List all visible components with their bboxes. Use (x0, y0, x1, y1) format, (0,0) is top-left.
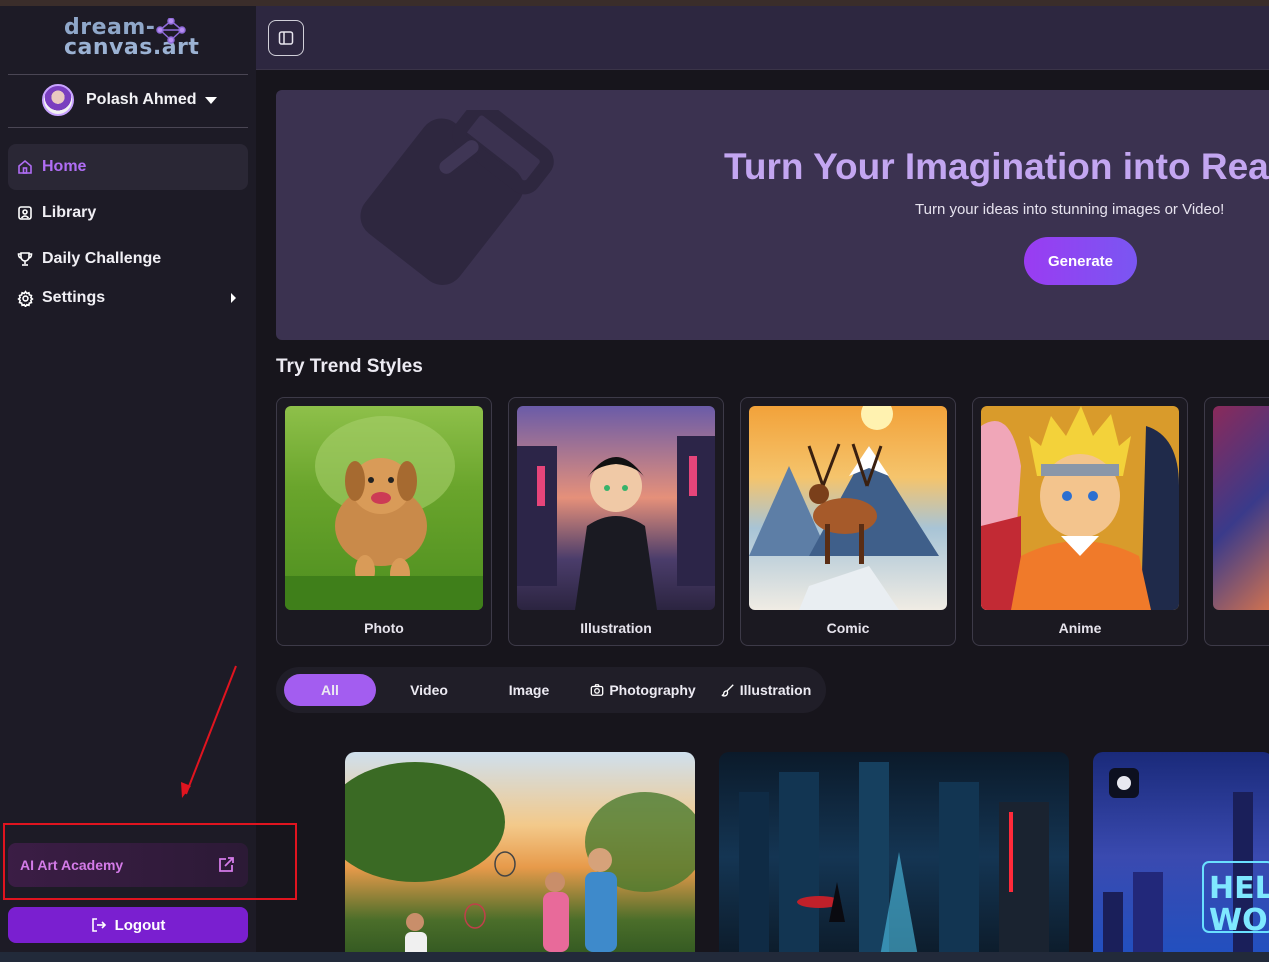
svg-text:WO: WO (1209, 903, 1268, 938)
neon-city-image: HEL WO (1103, 768, 1269, 952)
svg-text:HEL: HEL (1209, 871, 1269, 906)
sidebar-item-label: Home (42, 158, 87, 175)
sidebar-item-library[interactable]: Library (8, 190, 248, 236)
divider (8, 127, 248, 128)
family-badminton-image (345, 762, 695, 952)
filter-label: All (321, 682, 339, 698)
divider (8, 74, 248, 75)
annotation-arrow-icon (181, 665, 237, 798)
sidebar-item-settings[interactable]: Settings (8, 275, 248, 321)
filter-video[interactable]: Video (384, 674, 474, 706)
trend-card-anime[interactable]: Anime (972, 397, 1188, 646)
user-menu[interactable]: Polash Ahmed (42, 84, 217, 116)
illustration-style-image (517, 406, 715, 610)
filter-illustration[interactable]: Illustration (716, 674, 816, 706)
trend-card-label: Photo (364, 620, 404, 636)
highlight-box (3, 823, 297, 900)
main-content: Turn Your Imagination into Reali Turn yo… (256, 70, 1269, 952)
hero-title: Turn Your Imagination into Reali (724, 146, 1269, 187)
chevron-right-icon (231, 293, 236, 303)
filter-photography[interactable]: Photography (588, 674, 698, 706)
sidebar-item-label: Settings (42, 289, 106, 306)
sidebar-item-label: Library (42, 204, 97, 221)
trend-styles-heading: Try Trend Styles (276, 356, 423, 377)
avatar (42, 84, 74, 116)
brand-logo[interactable]: dream- canvas.art (64, 17, 199, 68)
trophy-icon (16, 250, 34, 268)
trend-card-partial[interactable] (1204, 397, 1269, 646)
library-icon (16, 204, 34, 222)
gallery-item[interactable] (345, 752, 695, 952)
bottom-strip (0, 952, 1269, 962)
sidebar-item-label: Daily Challenge (42, 250, 162, 267)
sidebar: dream- canvas.art Polash Ahmed Home Libr… (0, 6, 256, 952)
chevron-down-icon (204, 96, 217, 104)
filter-label: Illustration (739, 682, 812, 698)
sidebar-item-home[interactable]: Home (8, 144, 248, 190)
trend-card-label: Anime (1058, 620, 1102, 636)
anime-style-image (981, 406, 1179, 610)
brush-icon (721, 684, 734, 697)
network-logo-icon (156, 18, 186, 44)
filter-label: Photography (609, 682, 696, 698)
comic-style-image (749, 406, 947, 610)
trend-card-comic[interactable]: Comic (740, 397, 956, 646)
hero-banner: Turn Your Imagination into Reali Turn yo… (276, 90, 1269, 340)
generate-button[interactable]: Generate (1024, 237, 1137, 285)
trend-card-label: Illustration (580, 620, 652, 636)
camera-icon (590, 684, 604, 696)
abstract-style-image (1213, 406, 1269, 610)
logout-icon (91, 918, 106, 932)
filter-image[interactable]: Image (484, 674, 574, 706)
cyberpunk-city-image (739, 762, 1049, 952)
top-bar (256, 6, 1269, 70)
paint-bucket-icon (360, 110, 554, 285)
filter-label: Video (410, 682, 448, 698)
filter-label: Image (508, 682, 550, 698)
user-name: Polash Ahmed (86, 91, 197, 108)
home-icon (16, 158, 34, 176)
gallery-item[interactable]: HEL WO (1093, 752, 1269, 952)
trend-card-illustration[interactable]: Illustration (508, 397, 724, 646)
gallery-item[interactable] (719, 752, 1069, 952)
photo-style-image (285, 406, 483, 610)
trend-card-label: Comic (826, 620, 870, 636)
category-filter-bar: All Video Image Photography Illustration (276, 667, 826, 713)
filter-all[interactable]: All (284, 674, 376, 706)
sidebar-toggle-icon (278, 31, 294, 45)
gear-icon (16, 289, 34, 307)
trend-card-photo[interactable]: Photo (276, 397, 492, 646)
sidebar-toggle-button[interactable] (268, 20, 304, 56)
hero-subtitle: Turn your ideas into stunning images or … (915, 201, 1225, 218)
logout-button[interactable]: Logout (8, 907, 248, 943)
logout-label: Logout (114, 916, 166, 934)
